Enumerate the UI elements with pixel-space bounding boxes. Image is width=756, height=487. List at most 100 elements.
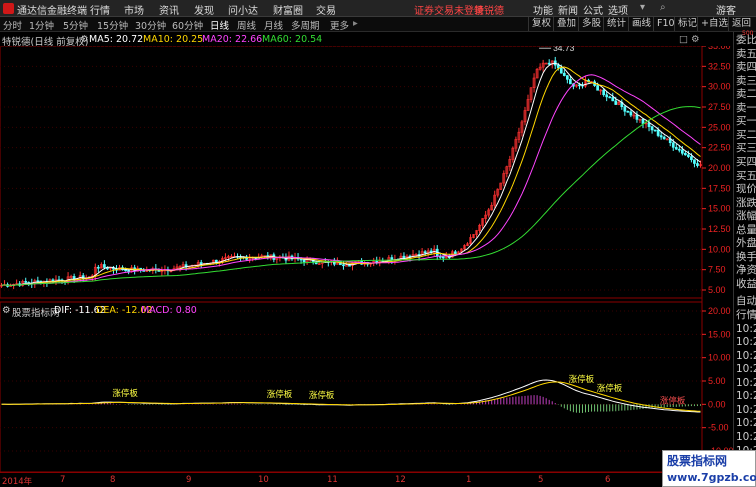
quote-panel-item[interactable]: 买二 xyxy=(736,129,756,143)
quote-panel-item[interactable]: 买三 xyxy=(736,142,756,156)
quote-panel-item[interactable]: 收益 xyxy=(736,278,756,292)
quote-panel-item[interactable]: 10:2 xyxy=(736,417,756,431)
quote-panel-item[interactable]: 总量 xyxy=(736,224,756,238)
quote-panel-item[interactable]: 10:2 xyxy=(736,390,756,404)
candle-body xyxy=(569,79,572,85)
quote-panel-item[interactable]: 卖四 xyxy=(736,61,756,75)
settings-icon[interactable]: ⚙ xyxy=(80,34,89,45)
quote-panel-item[interactable]: 卖一 xyxy=(736,102,756,116)
y-tick-label: 27.50 xyxy=(708,102,731,112)
quote-panel-item[interactable]: 买四 xyxy=(736,156,756,170)
limit-up-annotation: 涨停板 xyxy=(267,389,293,400)
quote-panel-item[interactable]: 10:2 xyxy=(736,336,756,350)
menu-dropdown-icon[interactable]: ▾ xyxy=(640,2,645,13)
indicator-line xyxy=(1,379,701,413)
menu-formula[interactable]: 公式 xyxy=(583,2,603,17)
candle-body xyxy=(302,259,306,263)
quote-panel-item[interactable]: 换手 xyxy=(736,251,756,265)
y-tick-label: 20.00 xyxy=(708,163,731,173)
limit-up-annotation: 涨停板 xyxy=(660,395,686,406)
quote-panel-item[interactable]: 卖三 xyxy=(736,75,756,89)
y-tick-label: 7.50 xyxy=(708,265,726,275)
btn-back[interactable]: 返回 xyxy=(728,17,754,31)
candle-body xyxy=(299,258,303,261)
ma10-label: MA10: 20.25 xyxy=(143,34,204,45)
quote-panel-item[interactable]: 10:2 xyxy=(736,431,756,445)
candle-body xyxy=(623,106,627,112)
quote-panel-item[interactable]: 涨幅 xyxy=(736,210,756,224)
candle-body xyxy=(687,154,690,157)
watermark-logo: 股票指标网 www.7gpzb.com xyxy=(662,450,756,487)
menu-discover[interactable]: 发现 xyxy=(194,2,214,17)
y-tick-label: 22.50 xyxy=(708,143,731,153)
guest-label[interactable]: 游客 xyxy=(716,2,736,17)
period-15min[interactable]: 15分钟 xyxy=(97,18,128,32)
quote-panel-item[interactable]: 10:2 xyxy=(736,323,756,337)
btn-multistock[interactable]: 多股 xyxy=(578,17,604,31)
candle-body xyxy=(24,281,28,283)
period-1min[interactable]: 1分钟 xyxy=(29,18,54,32)
candle-body xyxy=(562,72,566,76)
quote-panel-item[interactable]: 10:2 xyxy=(736,377,756,391)
menu-market[interactable]: 市场 xyxy=(124,2,144,17)
period-multi[interactable]: 多周期 xyxy=(291,18,320,32)
y-tick-label: 32.50 xyxy=(708,61,731,71)
indicator-name[interactable]: 股票指标网 xyxy=(12,305,60,319)
y-tick-label: -5.00 xyxy=(708,423,729,433)
ma-line xyxy=(1,62,701,286)
period-5min[interactable]: 5分钟 xyxy=(63,18,88,32)
candle-body xyxy=(650,126,654,131)
ma60-value: 20.54 xyxy=(295,34,323,45)
menu-wealth[interactable]: 财富圈 xyxy=(273,2,303,17)
candle-body xyxy=(680,149,684,154)
candle-body xyxy=(454,251,457,255)
menu-options[interactable]: 选项 xyxy=(608,2,628,17)
candle-body xyxy=(677,148,681,151)
period-more[interactable]: 更多 xyxy=(330,18,349,32)
period-30min[interactable]: 30分钟 xyxy=(135,18,166,32)
indicator-plot: 涨停板 涨停板 涨停板涨停板涨停板涨停板 xyxy=(1,374,701,413)
btn-adjust[interactable]: 复权 xyxy=(528,17,554,31)
settings-small-icon[interactable]: ⚙ xyxy=(691,34,700,45)
chart-area[interactable]: 34.73 涨停板 涨停板 涨停板涨停板涨停板涨停板 35.0032.5030.00… xyxy=(0,46,733,472)
quote-panel-item[interactable]: 买五 xyxy=(736,170,756,184)
period-tick[interactable]: 分时 xyxy=(3,18,22,32)
candle-body xyxy=(614,100,618,105)
btn-add-watch[interactable]: +自选 xyxy=(697,17,731,31)
menu-trade[interactable]: 交易 xyxy=(316,2,336,17)
maximize-icon[interactable]: □ xyxy=(679,34,688,45)
candle-body xyxy=(626,110,630,113)
indicator-settings-icon[interactable]: ⚙ xyxy=(2,305,11,316)
candle-body xyxy=(423,251,427,254)
menu-ask[interactable]: 问小达 xyxy=(228,2,258,17)
period-weekly[interactable]: 周线 xyxy=(237,18,256,32)
more-arrow-icon[interactable]: ▸ xyxy=(353,18,358,29)
quote-panel-item[interactable]: 10:2 xyxy=(736,350,756,364)
menu-function[interactable]: 功能 xyxy=(533,2,553,17)
quote-panel-item[interactable]: 买一 xyxy=(736,115,756,129)
quote-panel-item[interactable]: 涨跌 xyxy=(736,197,756,211)
quote-panel-item[interactable]: 自动 xyxy=(736,295,756,309)
candle-body xyxy=(608,96,612,99)
quote-panel-item[interactable]: 卖五 xyxy=(736,48,756,62)
quote-panel-item[interactable]: 行情 xyxy=(736,309,756,323)
period-daily[interactable]: 日线 xyxy=(210,18,229,32)
menu-news[interactable]: 资讯 xyxy=(159,2,179,17)
quote-panel-item[interactable]: 卖二 xyxy=(736,88,756,102)
btn-draw[interactable]: 画线 xyxy=(628,17,654,31)
quote-panel-item[interactable]: 10:2 xyxy=(736,363,756,377)
quote-panel-item[interactable]: 10:2 xyxy=(736,404,756,418)
search-icon[interactable]: ⌕ xyxy=(660,2,666,13)
main-chart-header: 特锐德(日线 前复权) ⚙ MA5: 20.72 MA10: 20.25 MA2… xyxy=(0,32,700,48)
menu-newsflash[interactable]: 新闻 xyxy=(558,2,578,17)
period-monthly[interactable]: 月线 xyxy=(264,18,283,32)
quote-panel-item[interactable]: 净资 xyxy=(736,264,756,278)
quote-panel-item[interactable]: 外盘 xyxy=(736,237,756,251)
btn-stats[interactable]: 统计 xyxy=(603,17,629,31)
menu-quotes[interactable]: 行情 xyxy=(90,2,110,17)
stock-name-title: 特锐德 xyxy=(474,6,504,17)
app-title: 通达信金融终端 xyxy=(17,6,87,17)
btn-overlay[interactable]: 叠加 xyxy=(553,17,579,31)
quote-panel-item[interactable]: 现价 xyxy=(736,183,756,197)
period-60min[interactable]: 60分钟 xyxy=(172,18,203,32)
